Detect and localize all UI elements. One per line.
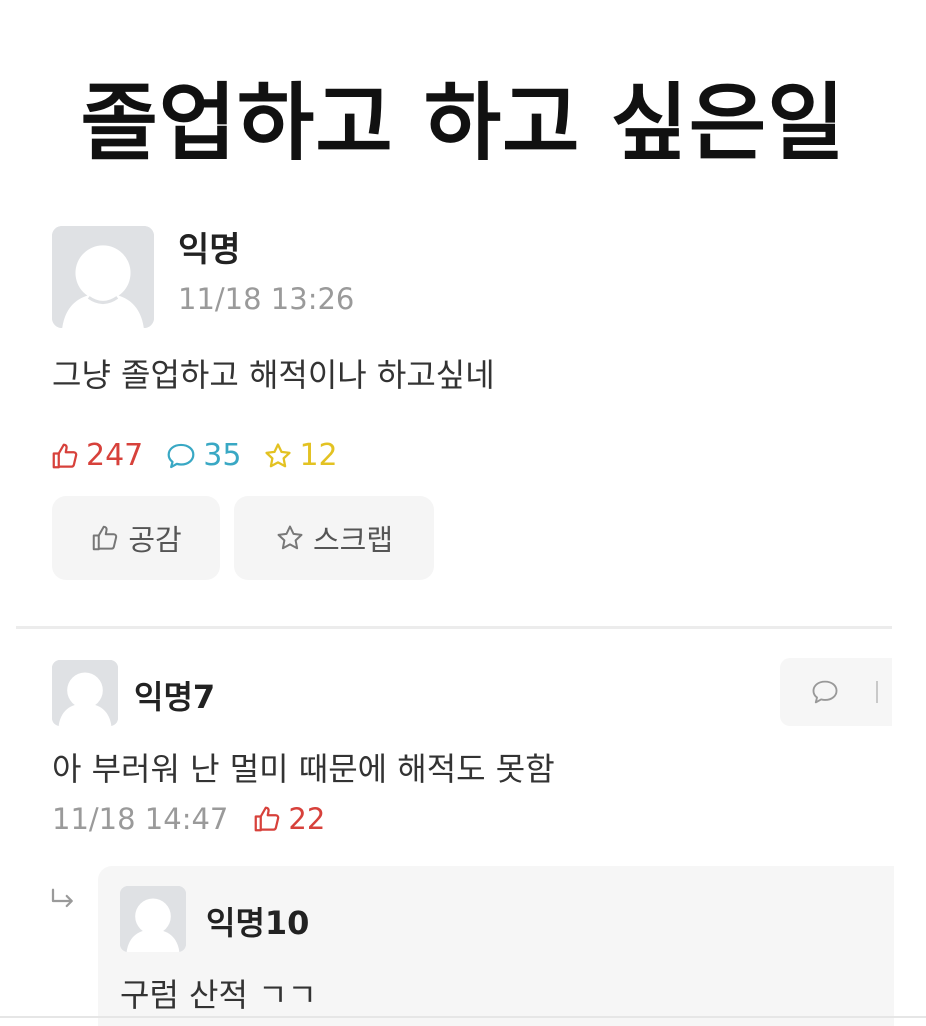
comment-author: 익명7: [134, 678, 216, 716]
thumbs-up-icon: [255, 806, 280, 832]
like-count-value: 247: [86, 438, 144, 473]
comment-meta: 11/18 14:47 22: [52, 802, 325, 836]
scrap-button-label: 스크랩: [312, 523, 394, 557]
avatar-placeholder-icon: [52, 660, 118, 726]
reply-avatar: [120, 886, 186, 952]
star-icon: [277, 525, 303, 550]
reply-arrow-icon: [51, 888, 73, 908]
like-button[interactable]: 공감: [52, 496, 220, 580]
comment-count: 35: [165, 438, 241, 473]
star-icon: [265, 442, 292, 467]
avatar-placeholder-icon: [120, 886, 186, 952]
comment-avatar: [52, 660, 118, 726]
avatar-placeholder-icon: [52, 226, 154, 328]
post-avatar: [52, 226, 154, 328]
comment-like-count: 22: [252, 802, 325, 836]
thumbs-up-icon: [52, 443, 78, 468]
menu-separator: [876, 681, 878, 703]
post-body: 그냥 졸업하고 해적이나 하고싶네: [52, 356, 495, 394]
comment-like-value: 22: [288, 802, 326, 836]
post-stats: 247 35 12: [50, 438, 360, 473]
comment-body: 아 부러워 난 멀미 때문에 해적도 못함: [52, 750, 555, 788]
reply-author: 익명10: [206, 904, 310, 942]
comment-count-value: 35: [203, 438, 242, 473]
thumbs-up-icon: [93, 525, 118, 551]
bottom-border: [0, 1016, 926, 1018]
post-author: 익명: [178, 230, 241, 270]
headline: 졸업하고 하고 싶은일: [80, 74, 846, 172]
like-button-label: 공감: [128, 523, 182, 557]
speech-bubble-icon: [167, 443, 195, 468]
section-divider: [16, 626, 892, 629]
scrap-button[interactable]: 스크랩: [234, 496, 434, 580]
post-timestamp: 11/18 13:26: [178, 282, 355, 316]
comment-action-menu[interactable]: [780, 658, 892, 726]
scrap-count-value: 12: [299, 438, 338, 473]
speech-bubble-icon[interactable]: [810, 678, 840, 706]
reply-body: 구럼 산적 ㄱㄱ: [120, 976, 317, 1014]
scrap-count: 12: [263, 438, 338, 473]
like-count: 247: [50, 438, 143, 473]
comment-timestamp: 11/18 14:47: [52, 802, 229, 836]
